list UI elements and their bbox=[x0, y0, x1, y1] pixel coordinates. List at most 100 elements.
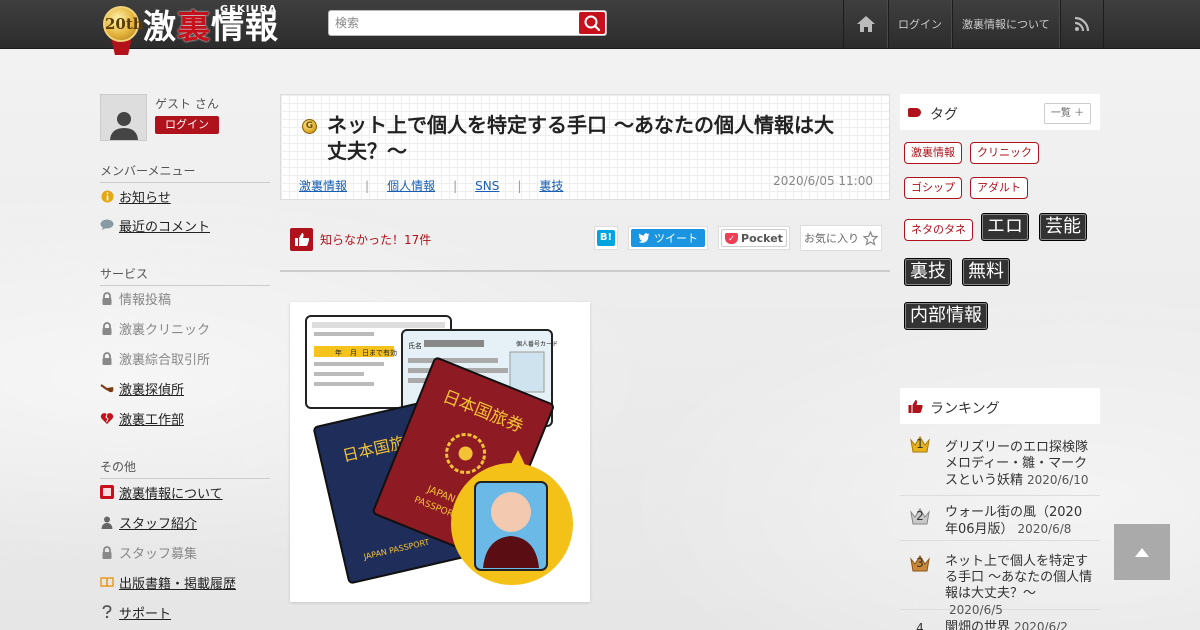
tweet-button[interactable]: ツイート bbox=[628, 226, 708, 250]
sidebar-login-button[interactable]: ログイン bbox=[155, 116, 219, 134]
nav-home[interactable] bbox=[843, 0, 888, 48]
tag-large[interactable]: 無料 bbox=[962, 258, 1010, 286]
speech-bubble-icon bbox=[100, 218, 114, 232]
pocket-button[interactable]: ✓ Pocket bbox=[718, 226, 790, 250]
menu-item-operations[interactable]: 激裏工作部 bbox=[100, 409, 184, 428]
logo-char: 激 bbox=[143, 7, 177, 46]
home-icon bbox=[856, 16, 875, 32]
tag-small[interactable]: ゴシップ bbox=[904, 177, 962, 199]
favorite-label: お気に入り bbox=[804, 232, 859, 245]
tag-small[interactable]: クリニック bbox=[970, 142, 1039, 164]
tag-list-more-button[interactable]: 一覧 ＋ bbox=[1044, 103, 1091, 124]
license-valid-text: 日まで有効 bbox=[362, 348, 397, 357]
guest-name: ゲスト さん bbox=[155, 97, 219, 111]
tag-small[interactable]: 激裏情報 bbox=[904, 142, 962, 164]
menu-item-recruit[interactable]: スタッフ募集 bbox=[100, 543, 198, 562]
like-button[interactable] bbox=[290, 227, 313, 251]
user-silhouette-icon bbox=[109, 112, 138, 140]
tweet-label: ツイート bbox=[654, 232, 698, 245]
article-date: 2020/6/05 11:00 bbox=[773, 174, 873, 188]
ranking-item[interactable]: 4 闇畑の世界 2020/6/2 bbox=[900, 610, 1100, 630]
category-link[interactable]: 個人情報 bbox=[387, 177, 435, 194]
menu-item-publications[interactable]: 出版書籍・掲載履歴 bbox=[100, 573, 236, 592]
menu-item-exchange[interactable]: 激裏綜合取引所 bbox=[100, 349, 211, 368]
menu-item-label: スタッフ紹介 bbox=[119, 516, 198, 532]
article-header: G ネット上で個人を特定する手口 ～あなたの個人情報は大丈夫？～ 激裏情報 | … bbox=[280, 94, 890, 200]
hatena-bookmark-button[interactable]: B! bbox=[594, 226, 618, 250]
favorite-button[interactable]: お気に入り bbox=[800, 225, 882, 251]
menu-item-staff[interactable]: スタッフ紹介 bbox=[100, 513, 198, 532]
hatena-icon: B! bbox=[597, 230, 615, 246]
menu-item-clinic[interactable]: 激裏クリニック bbox=[100, 319, 211, 338]
category-link[interactable]: SNS bbox=[475, 179, 499, 193]
article-categories: 激裏情報 | 個人情報 | SNS | 裏技 bbox=[299, 177, 563, 194]
service-menu-title: サービス bbox=[100, 265, 270, 286]
top-bar: 20th 激裏情報 GEKIURA ログイン 激裏情報について bbox=[0, 0, 1200, 55]
ranking-item-date: 2020/6/2 bbox=[1014, 620, 1068, 630]
tag-large[interactable]: エロ bbox=[981, 213, 1029, 241]
star-icon bbox=[863, 230, 878, 246]
anniversary-medal-icon: 20th bbox=[103, 6, 144, 42]
tag-large[interactable]: 内部情報 bbox=[904, 302, 988, 330]
menu-item-label: サポート bbox=[119, 606, 172, 622]
menu-item-label: 情報投稿 bbox=[119, 292, 172, 308]
scroll-to-top-button[interactable] bbox=[1114, 524, 1170, 580]
pocket-label: Pocket bbox=[741, 231, 783, 245]
tag-large[interactable]: 裏技 bbox=[904, 258, 952, 286]
search-button[interactable] bbox=[579, 12, 605, 34]
tweet-button-inner: ツイート bbox=[631, 229, 705, 247]
menu-item-support[interactable]: サポート bbox=[100, 603, 172, 622]
ranking-link[interactable]: グリズリーのエロ探検隊 メロディー・雛・マークスという妖精 2020/6/10 bbox=[945, 440, 1093, 489]
article-divider bbox=[280, 270, 890, 272]
rank-number: 1 bbox=[916, 437, 924, 451]
tag-small[interactable]: アダルト bbox=[970, 177, 1028, 199]
broken-heart-icon bbox=[100, 411, 114, 425]
license-year-text: 年 bbox=[335, 348, 342, 357]
category-separator: | bbox=[517, 178, 522, 193]
pocket-button-inner: ✓ Pocket bbox=[721, 229, 787, 247]
menu-item-detective[interactable]: 激裏探偵所 bbox=[100, 379, 184, 398]
ranking-item[interactable]: 3 ネット上で個人を特定する手口 ～あなたの個人情報は大丈夫？～2020/6/5 bbox=[900, 541, 1100, 617]
menu-item-post-info[interactable]: 情報投稿 bbox=[100, 289, 172, 308]
menu-item-notices[interactable]: お知らせ bbox=[100, 187, 171, 206]
book-icon bbox=[100, 575, 114, 589]
category-link[interactable]: 裏技 bbox=[539, 177, 563, 194]
menu-item-label: 激裏綜合取引所 bbox=[119, 352, 211, 368]
ranking-link[interactable]: ウォール街の風（2020年06月版） 2020/6/8 bbox=[945, 505, 1093, 538]
ranking-item[interactable]: 1 グリズリーのエロ探検隊 メロディー・雛・マークスという妖精 2020/6/10 bbox=[900, 432, 1100, 496]
avatar[interactable] bbox=[100, 94, 147, 141]
menu-item-label: 激裏クリニック bbox=[119, 322, 211, 338]
tag-section-header: タグ 一覧 ＋ bbox=[900, 94, 1100, 130]
ranking-item-date: 2020/6/10 bbox=[1027, 473, 1089, 487]
lock-icon bbox=[100, 291, 114, 305]
id-card-title-text: 個人番号カード bbox=[516, 340, 558, 348]
menu-item-about[interactable]: 激裏情報について bbox=[100, 483, 223, 502]
pocket-icon: ✓ bbox=[725, 232, 739, 244]
like-count-text[interactable]: 知らなかった！17件 bbox=[320, 231, 431, 248]
tag-large[interactable]: 芸能 bbox=[1039, 213, 1087, 241]
license-month-text: 月 bbox=[350, 349, 357, 357]
nav-about[interactable]: 激裏情報について bbox=[952, 0, 1060, 48]
ranking-link[interactable]: 闇畑の世界 2020/6/2 bbox=[945, 619, 1093, 630]
site-logo[interactable]: 20th 激裏情報 GEKIURA bbox=[103, 3, 283, 55]
nav-rss[interactable] bbox=[1059, 0, 1104, 48]
header-nav: ログイン 激裏情報について bbox=[843, 0, 1104, 48]
logo-char-red: 裏 bbox=[177, 7, 211, 46]
category-link[interactable]: 激裏情報 bbox=[299, 177, 347, 194]
category-separator: | bbox=[365, 178, 370, 193]
menu-item-label: 激裏情報について bbox=[119, 486, 223, 502]
category-separator: | bbox=[453, 178, 458, 193]
menu-item-recent-comments[interactable]: 最近のコメント bbox=[100, 216, 210, 235]
coin-icon: G bbox=[302, 119, 317, 134]
search-input[interactable] bbox=[335, 14, 575, 32]
ranking-item[interactable]: 2 ウォール街の風（2020年06月版） 2020/6/8 bbox=[900, 496, 1100, 541]
nav-login[interactable]: ログイン bbox=[888, 0, 952, 48]
tag-icon bbox=[908, 108, 921, 117]
pipe-icon bbox=[100, 381, 114, 395]
rank-number: 3 bbox=[916, 556, 924, 570]
search-box bbox=[328, 10, 607, 36]
tag-small[interactable]: ネタのタネ bbox=[904, 219, 973, 241]
tag-section-title: タグ bbox=[930, 107, 958, 123]
menu-item-label: スタッフ募集 bbox=[119, 546, 198, 562]
lock-icon bbox=[100, 321, 114, 335]
